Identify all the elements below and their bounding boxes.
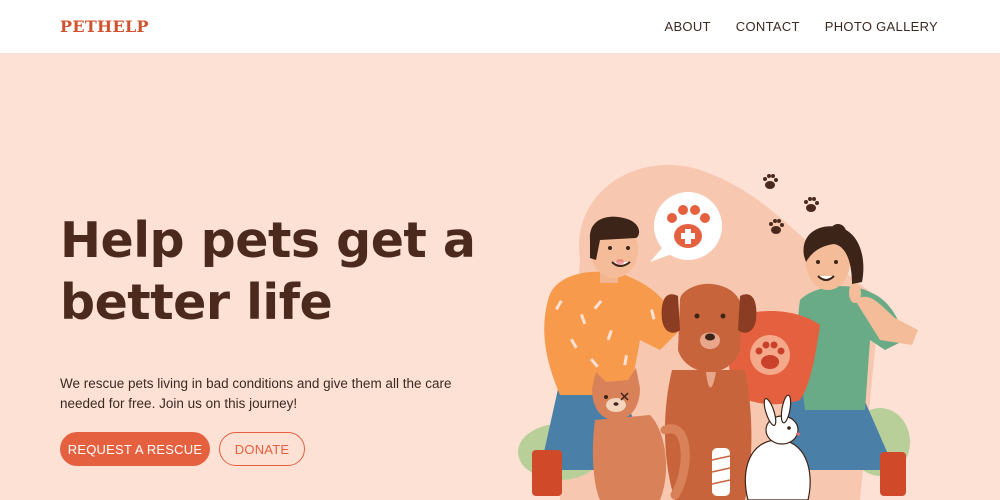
hero-headline-line-1: Help pets get a	[60, 212, 476, 269]
donate-button[interactable]: DONATE	[219, 432, 305, 466]
hero-lead-line-1: We rescue pets living in bad conditions …	[60, 376, 452, 391]
top-navigation: PETHELP ABOUT CONTACT PHOTO GALLERY	[0, 0, 1000, 53]
hero-headline: Help pets get a better life	[60, 210, 500, 334]
brand-logo[interactable]: PETHELP	[60, 17, 149, 36]
nav-link-contact[interactable]: CONTACT	[736, 19, 800, 34]
nav-link-about[interactable]: ABOUT	[664, 19, 710, 34]
paw-print-icon	[763, 174, 819, 234]
hero-headline-line-2: better life	[60, 274, 333, 331]
nav-link-photo-gallery[interactable]: PHOTO GALLERY	[825, 19, 938, 34]
hero-lead-line-2: needed for free. Join us on this journey…	[60, 395, 298, 411]
dog-figure	[661, 283, 757, 500]
nav-menu: ABOUT CONTACT PHOTO GALLERY	[664, 19, 938, 34]
pets-and-people-illustration	[518, 164, 918, 500]
request-rescue-button[interactable]: REQUEST A RESCUE	[60, 432, 210, 466]
hero-lead-text: We rescue pets living in bad conditions …	[60, 374, 490, 413]
